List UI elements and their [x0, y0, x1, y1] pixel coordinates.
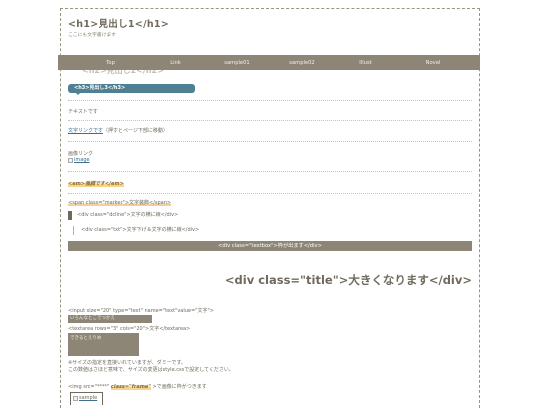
nav-item-link[interactable]: Link — [163, 60, 188, 66]
text-link[interactable]: 文字リンクです — [68, 128, 103, 134]
divider — [68, 193, 472, 194]
page-heading-h1: <h1>見出し1</h1> — [68, 19, 170, 30]
text-link-note: （押すとページ下部に移動） — [103, 128, 168, 134]
input-code: <input size="20" type="text" name="text"… — [68, 308, 214, 314]
image-link-label: 画像リンク — [68, 151, 94, 157]
form-note-2: この数値はさほど意味で、サイズの変更はstyle.cssで設定してください。 — [68, 367, 234, 373]
nav-bar: Top Link sample01 sample02 Illust Novel — [58, 55, 480, 70]
img-frame-code: <img src="****" class="frame" >で画像に枠がつきま… — [68, 383, 207, 390]
marker-sample: <span class="marker">文字装飾</span> — [68, 200, 172, 206]
framed-image: sample — [70, 392, 103, 405]
divider — [68, 171, 472, 172]
img-frame-code-class: class="frame" — [110, 384, 151, 390]
nav-item-novel[interactable]: Novel — [413, 60, 453, 66]
textarea-input[interactable]: できるとえりめ — [68, 333, 139, 356]
dcline-sample: <div class="dcline">文字の横に線</div> — [68, 211, 178, 220]
h2-heading-partial: <h2>見出し2</h2> — [82, 70, 164, 75]
framed-image-alt: sample — [79, 395, 98, 401]
em-text: <em>強調です</em> — [68, 180, 124, 187]
text-link-row: 文字リンクです（押すとページ下部に移動） — [68, 127, 168, 134]
text-input[interactable]: いろんなとこでつかえ — [68, 315, 152, 323]
nav-item-sample02[interactable]: sample02 — [286, 60, 318, 66]
divider — [68, 141, 472, 142]
textarea-code: <textarea rows="3" cols="20">文字</textare… — [68, 326, 191, 332]
em-sample: <em>強調です</em> — [68, 181, 124, 187]
txt-sample: <div class="txt">文字下げ＆文字の横に線</div> — [73, 226, 199, 235]
title-sample: <div class="title">大きくなります</div> — [224, 273, 472, 287]
image-link[interactable]: image — [68, 157, 90, 165]
h3-heading: <h3>見出し3</h3> — [68, 84, 195, 93]
divider — [68, 100, 472, 101]
img-frame-code-suffix: >で画像に枠がつきます — [152, 384, 207, 390]
img-frame-code-prefix: <img src="****" — [68, 384, 110, 390]
divider — [68, 120, 472, 121]
image-link-alt: image — [74, 157, 90, 163]
form-note-1: ※サイズの指定を直接いれていますが、ダミーです。 — [68, 360, 186, 366]
broken-image-icon — [73, 395, 78, 401]
body-text: テキストです — [68, 109, 98, 115]
h3-heading-tail — [75, 92, 81, 95]
header-subtext: ここにも文字書けます — [68, 33, 116, 38]
marker-text: <span class="marker">文字装飾</span> — [68, 199, 172, 206]
nav-item-top[interactable]: Top — [58, 60, 163, 66]
nav-item-illust[interactable]: Illust — [318, 60, 413, 66]
textbox-sample: <div class="textbox">枠が出ます</div> — [68, 241, 472, 251]
broken-image-icon — [68, 157, 73, 163]
nav-item-sample01[interactable]: sample01 — [188, 60, 286, 66]
